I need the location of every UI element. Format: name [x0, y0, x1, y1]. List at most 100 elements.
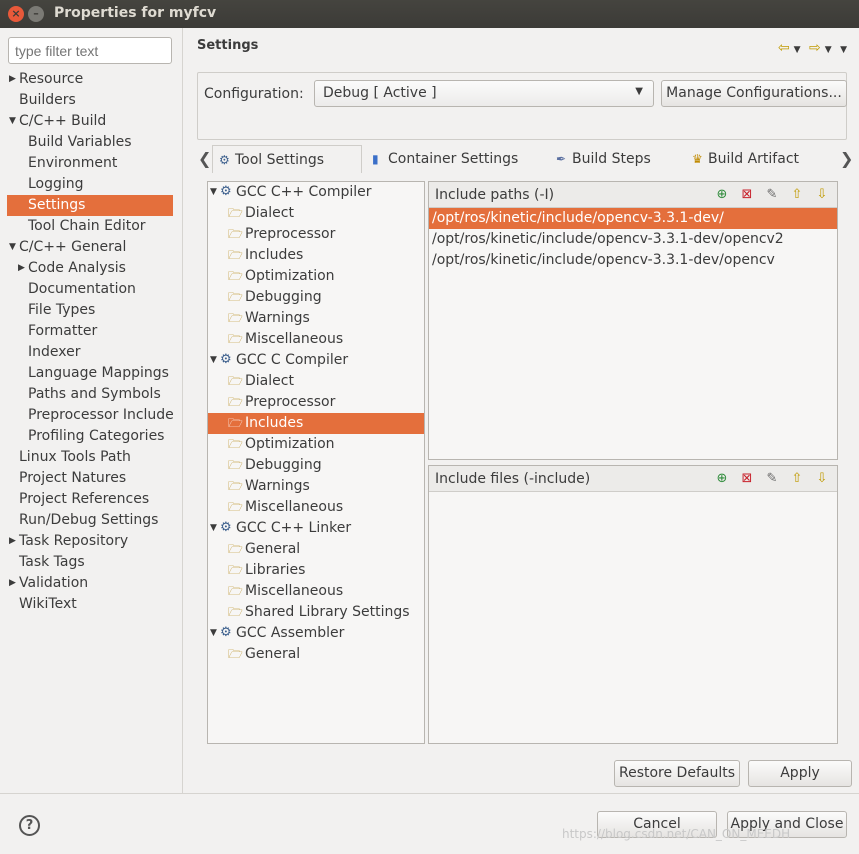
- add-icon[interactable]: ⊕: [713, 466, 731, 492]
- nav-item[interactable]: Logging: [7, 174, 173, 195]
- collapsed-arrow-icon[interactable]: ▶: [9, 573, 16, 594]
- minimize-window-button[interactable]: –: [28, 6, 44, 22]
- tree-option-node[interactable]: 🗁 Warnings: [208, 476, 424, 497]
- expanded-arrow-icon[interactable]: ▼: [210, 623, 217, 644]
- tree-option-node[interactable]: 🗁 Miscellaneous: [208, 329, 424, 350]
- nav-item[interactable]: Tool Chain Editor: [7, 216, 173, 237]
- tree-option-node[interactable]: 🗁 Preprocessor: [208, 224, 424, 245]
- edit-icon[interactable]: ✎: [763, 466, 781, 492]
- restore-defaults-button[interactable]: Restore Defaults: [614, 760, 740, 787]
- expanded-arrow-icon[interactable]: ▼: [210, 182, 217, 203]
- tree-option-node[interactable]: 🗁 Debugging: [208, 455, 424, 476]
- close-window-button[interactable]: ×: [8, 6, 24, 22]
- view-menu-icon[interactable]: ▼: [840, 45, 847, 55]
- apply-button[interactable]: Apply: [748, 760, 852, 787]
- tab-scroll-right-icon[interactable]: ❯: [840, 149, 853, 168]
- tree-option-node[interactable]: 🗁 Libraries: [208, 560, 424, 581]
- tree-option-node[interactable]: 🗁 Dialect: [208, 371, 424, 392]
- option-folder-icon: 🗁: [228, 605, 243, 619]
- forward-arrow-icon[interactable]: ⇨: [809, 40, 821, 56]
- tree-option-node[interactable]: 🗁 General: [208, 539, 424, 560]
- tree-option-node[interactable]: 🗁 Miscellaneous: [208, 581, 424, 602]
- nav-item[interactable]: Settings: [7, 195, 173, 216]
- tree-option-node[interactable]: 🗁 Debugging: [208, 287, 424, 308]
- move-down-icon[interactable]: ⇩: [813, 182, 831, 208]
- tree-option-node[interactable]: 🗁 Includes: [208, 413, 424, 434]
- nav-item[interactable]: Documentation: [7, 279, 173, 300]
- tree-tool-node[interactable]: ▼ ⚙ GCC C++ Linker: [208, 518, 424, 539]
- collapsed-arrow-icon[interactable]: ▶: [18, 258, 25, 279]
- back-dropdown-icon[interactable]: ▼: [794, 45, 801, 55]
- configuration-select[interactable]: Debug [ Active ] ▼: [314, 80, 654, 107]
- nav-item[interactable]: ▶ Task Repository: [7, 531, 173, 552]
- include-path-item[interactable]: /opt/ros/kinetic/include/opencv-3.3.1-de…: [429, 208, 837, 229]
- tree-node-label: GCC C Compiler: [236, 352, 349, 368]
- nav-item[interactable]: Project References: [7, 489, 173, 510]
- expanded-arrow-icon[interactable]: ▼: [9, 111, 16, 132]
- nav-item[interactable]: Preprocessor Include: [7, 405, 174, 426]
- include-path-item[interactable]: /opt/ros/kinetic/include/opencv-3.3.1-de…: [429, 250, 837, 271]
- tab-tool-settings[interactable]: ⚙ Tool Settings: [212, 145, 362, 173]
- manage-configurations-button[interactable]: Manage Configurations...: [661, 80, 847, 107]
- nav-item[interactable]: Formatter: [7, 321, 173, 342]
- tree-node-label: Miscellaneous: [245, 331, 344, 347]
- tree-option-node[interactable]: 🗁 Optimization: [208, 434, 424, 455]
- delete-icon[interactable]: ⊠: [738, 466, 756, 492]
- nav-item[interactable]: ▶ Resource: [7, 69, 173, 90]
- tab-container-settings[interactable]: ▮ Container Settings: [366, 145, 536, 173]
- nav-item[interactable]: Environment: [7, 153, 173, 174]
- nav-item[interactable]: Builders: [7, 90, 173, 111]
- nav-item-label: Logging: [28, 176, 84, 192]
- add-icon[interactable]: ⊕: [713, 182, 731, 208]
- expanded-arrow-icon[interactable]: ▼: [9, 237, 16, 258]
- move-up-icon[interactable]: ⇧: [788, 182, 806, 208]
- tab-build-artifact[interactable]: ♛ Build Artifact: [686, 145, 826, 173]
- back-arrow-icon[interactable]: ⇦: [778, 40, 790, 56]
- nav-item-label: Settings: [28, 197, 86, 213]
- nav-item[interactable]: ▶ Code Analysis: [7, 258, 173, 279]
- nav-item[interactable]: Linux Tools Path: [7, 447, 173, 468]
- include-path-item[interactable]: /opt/ros/kinetic/include/opencv-3.3.1-de…: [429, 229, 837, 250]
- move-up-icon[interactable]: ⇧: [788, 466, 806, 492]
- move-down-icon[interactable]: ⇩: [813, 466, 831, 492]
- tree-option-node[interactable]: 🗁 Dialect: [208, 203, 424, 224]
- tree-option-node[interactable]: 🗁 Miscellaneous: [208, 497, 424, 518]
- nav-item[interactable]: Paths and Symbols: [7, 384, 173, 405]
- collapsed-arrow-icon[interactable]: ▶: [9, 69, 16, 90]
- forward-dropdown-icon[interactable]: ▼: [825, 45, 832, 55]
- nav-item-label: Builders: [19, 92, 76, 108]
- tree-option-node[interactable]: 🗁 Warnings: [208, 308, 424, 329]
- tree-option-node[interactable]: 🗁 Includes: [208, 245, 424, 266]
- tab-build-steps[interactable]: ✒ Build Steps: [550, 145, 670, 173]
- nav-item[interactable]: WikiText: [7, 594, 173, 615]
- tree-tool-node[interactable]: ▼ ⚙ GCC C++ Compiler: [208, 182, 424, 203]
- expanded-arrow-icon[interactable]: ▼: [210, 518, 217, 539]
- tree-option-node[interactable]: 🗁 Optimization: [208, 266, 424, 287]
- help-icon[interactable]: ?: [19, 815, 40, 836]
- nav-item[interactable]: Project Natures: [7, 468, 173, 489]
- nav-item[interactable]: ▼ C/C++ General: [7, 237, 173, 258]
- tree-option-node[interactable]: 🗁 Shared Library Settings: [208, 602, 424, 623]
- nav-item[interactable]: Task Tags: [7, 552, 173, 573]
- nav-item[interactable]: File Types: [7, 300, 173, 321]
- option-folder-icon: 🗁: [228, 647, 243, 661]
- tab-scroll-left-icon[interactable]: ❮: [198, 149, 211, 168]
- nav-item[interactable]: Build Variables: [7, 132, 173, 153]
- filter-input[interactable]: [8, 37, 172, 64]
- option-folder-icon: 🗁: [228, 332, 243, 346]
- tree-tool-node[interactable]: ▼ ⚙ GCC C Compiler: [208, 350, 424, 371]
- tree-option-node[interactable]: 🗁 General: [208, 644, 424, 665]
- nav-item[interactable]: Indexer: [7, 342, 173, 363]
- nav-item[interactable]: ▼ C/C++ Build: [7, 111, 173, 132]
- nav-item[interactable]: Run/Debug Settings: [7, 510, 173, 531]
- tree-tool-node[interactable]: ▼ ⚙ GCC Assembler: [208, 623, 424, 644]
- expanded-arrow-icon[interactable]: ▼: [210, 350, 217, 371]
- edit-icon[interactable]: ✎: [763, 182, 781, 208]
- option-folder-icon: 🗁: [228, 584, 243, 598]
- nav-item[interactable]: Language Mappings: [7, 363, 173, 384]
- nav-item[interactable]: Profiling Categories: [7, 426, 173, 447]
- collapsed-arrow-icon[interactable]: ▶: [9, 531, 16, 552]
- tree-option-node[interactable]: 🗁 Preprocessor: [208, 392, 424, 413]
- nav-item[interactable]: ▶ Validation: [7, 573, 173, 594]
- delete-icon[interactable]: ⊠: [738, 182, 756, 208]
